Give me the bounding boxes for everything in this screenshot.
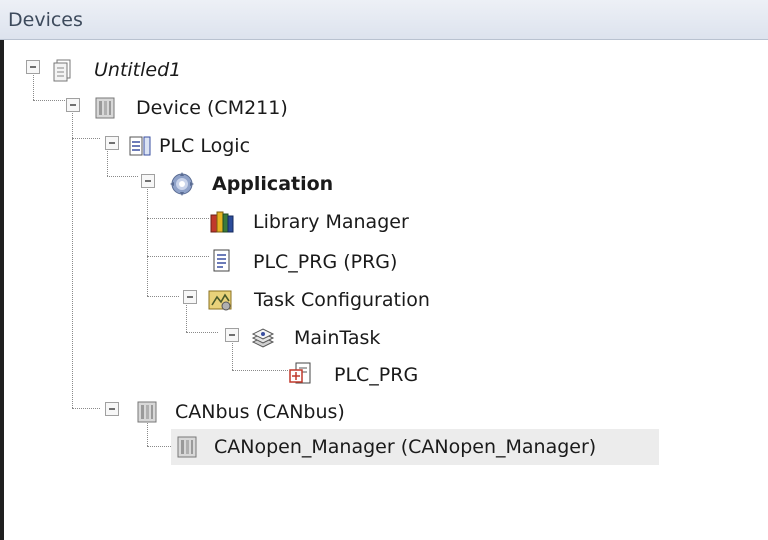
tree-node-label: Application [212, 173, 334, 195]
tree-line [147, 256, 209, 257]
tree-line [186, 332, 218, 333]
collapse-toggle[interactable] [183, 290, 197, 304]
tree-line [147, 446, 171, 447]
collapse-toggle[interactable] [141, 174, 155, 188]
device-module-icon [174, 434, 200, 460]
task-stack-icon [250, 325, 276, 351]
tree-node-plc-prg[interactable]: PLC_PRG (PRG) [209, 246, 409, 278]
tree-node-label: Untitled1 [94, 59, 182, 81]
tree-node-canopen-manager[interactable]: CANopen_Manager (CANopen_Manager) [171, 429, 659, 465]
tree-line [232, 370, 288, 371]
tree-node-project[interactable]: Untitled1 [20, 54, 220, 86]
tree-node-label: PLC_PRG [334, 364, 419, 386]
tree-node-main-task[interactable]: MainTask [218, 322, 418, 354]
application-gear-icon [169, 171, 195, 197]
tree-line [72, 408, 100, 409]
tree-line [147, 218, 209, 219]
device-tree: Untitled1 Device (CM211) PLC Logic Appli… [0, 40, 768, 540]
tree-node-label: Library Manager [253, 211, 409, 233]
project-file-icon [50, 57, 76, 83]
program-call-icon [288, 361, 314, 387]
collapse-toggle[interactable] [26, 60, 40, 74]
tree-line [147, 184, 148, 296]
devices-panel: Devices Untitled1 Device (CM211) PLC Log… [0, 0, 768, 540]
tree-line [107, 176, 138, 177]
tree-node-library-manager[interactable]: Library Manager [209, 206, 409, 238]
tree-node-plc-prg-call[interactable]: PLC_PRG [288, 358, 448, 390]
tree-node-label: Task Configuration [254, 289, 430, 311]
tree-node-canbus[interactable]: CANbus (CANbus) [100, 396, 360, 428]
tree-node-application[interactable]: Application [138, 168, 358, 200]
collapse-toggle[interactable] [225, 328, 239, 342]
collapse-toggle[interactable] [105, 136, 119, 150]
program-document-icon [209, 248, 235, 274]
tree-line [72, 138, 100, 139]
tree-node-label: Device (CM211) [136, 97, 288, 119]
tree-node-task-configuration[interactable]: Task Configuration [179, 284, 439, 316]
tree-node-label: CANbus (CANbus) [175, 401, 345, 423]
tree-node-plc-logic[interactable]: PLC Logic [100, 130, 300, 162]
tree-node-label: MainTask [294, 327, 381, 349]
panel-title: Devices [8, 9, 83, 31]
tree-node-label: PLC_PRG (PRG) [253, 251, 398, 273]
tree-node-label: PLC Logic [159, 135, 251, 157]
plc-logic-icon [127, 133, 153, 159]
task-configuration-icon [207, 287, 233, 313]
devices-panel-header: Devices [0, 0, 768, 40]
tree-node-label: CANopen_Manager (CANopen_Manager) [214, 436, 597, 458]
tree-line [72, 108, 73, 408]
device-module-icon [92, 95, 118, 121]
library-books-icon [209, 209, 235, 235]
device-module-icon [134, 399, 160, 425]
collapse-toggle[interactable] [66, 98, 80, 112]
tree-node-device[interactable]: Device (CM211) [60, 92, 320, 124]
tree-line [147, 296, 179, 297]
collapse-toggle[interactable] [105, 402, 119, 416]
